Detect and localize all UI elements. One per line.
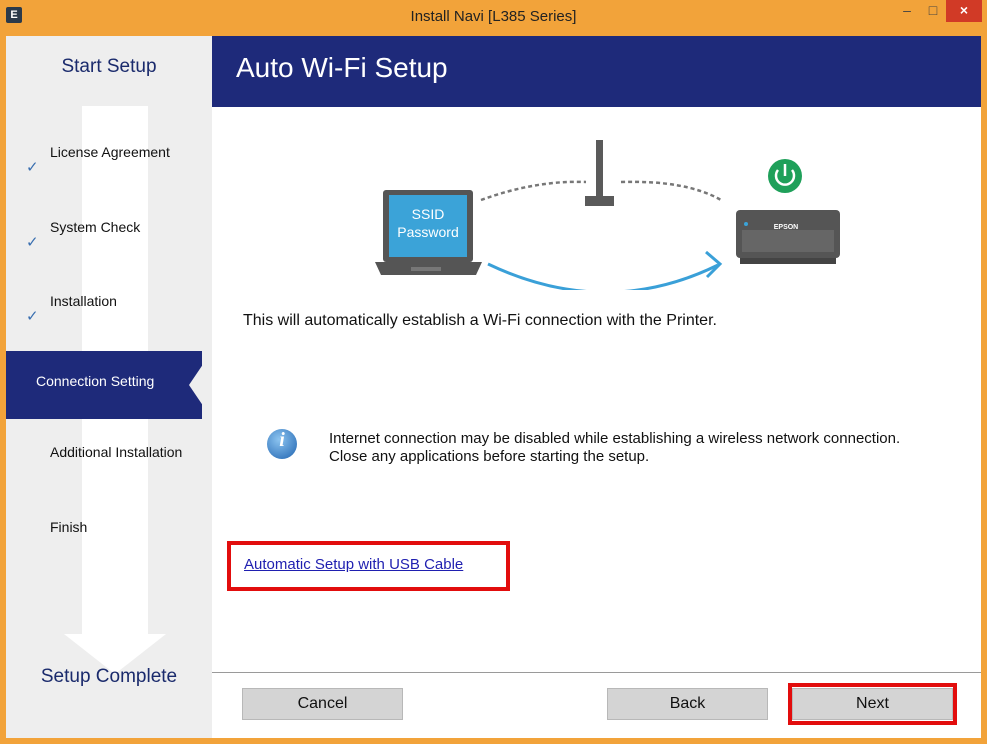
page-header: Auto Wi-Fi Setup xyxy=(212,36,981,107)
check-icon: ✓ xyxy=(26,159,39,176)
back-button[interactable]: Back xyxy=(607,688,768,720)
step-label: License Agreement xyxy=(50,144,170,160)
sidebar-start-label: Start Setup xyxy=(61,56,157,77)
router-icon xyxy=(585,140,614,206)
info-message: Internet connection may be disabled whil… xyxy=(329,430,901,465)
laptop-password-text: Password xyxy=(397,224,458,240)
check-icon: ✓ xyxy=(26,234,39,251)
page-title: Auto Wi-Fi Setup xyxy=(236,52,448,83)
footer-divider xyxy=(212,672,981,673)
dashed-wifi-link-left xyxy=(480,180,587,202)
setup-description: This will automatically establish a Wi-F… xyxy=(243,312,717,329)
sidebar-step-license-agreement: ✓ License Agreement xyxy=(6,144,212,184)
active-step-notch xyxy=(189,351,212,419)
printer-brand-text: EPSON xyxy=(774,224,799,231)
step-label: System Check xyxy=(50,219,141,235)
window-title: Install Navi [L385 Series] xyxy=(410,8,577,25)
laptop-ssid-text: SSID xyxy=(412,206,445,222)
title-bar: E Install Navi [L385 Series] – □ × xyxy=(0,0,987,36)
laptop-icon: SSID Password xyxy=(375,190,482,275)
step-label: Installation xyxy=(50,293,117,309)
sidebar-step-additional-installation: Additional Installation xyxy=(6,444,212,484)
step-label: Finish xyxy=(50,519,88,535)
power-icon xyxy=(768,159,802,193)
sidebar-step-finish: Finish xyxy=(6,519,212,559)
maximize-button[interactable]: □ xyxy=(920,0,946,22)
sidebar-step-installation: ✓ Installation xyxy=(6,293,212,333)
info-icon: i xyxy=(267,429,297,459)
close-button[interactable]: × xyxy=(946,0,982,22)
wifi-setup-illustration: SSID Password EPSON xyxy=(375,140,840,290)
sidebar-complete-label: Setup Complete xyxy=(40,666,178,687)
dashed-wifi-link-right xyxy=(620,180,722,202)
connection-arrow xyxy=(487,262,719,290)
usb-cable-setup-link[interactable]: Automatic Setup with USB Cable xyxy=(244,556,463,573)
installer-window: E Install Navi [L385 Series] – □ × Start… xyxy=(0,0,987,744)
sidebar: Start Setup ✓ License Agreement ✓ System… xyxy=(6,36,212,738)
printer-icon: EPSON xyxy=(736,210,840,264)
sidebar-step-connection-setting: Connection Setting xyxy=(6,351,202,419)
minimize-button[interactable]: – xyxy=(894,0,920,22)
next-button[interactable]: Next xyxy=(792,688,953,720)
client-area: Start Setup ✓ License Agreement ✓ System… xyxy=(6,36,981,738)
sidebar-step-system-check: ✓ System Check xyxy=(6,219,212,259)
connection-arrow-head xyxy=(705,250,723,279)
step-label: Additional Installation xyxy=(50,444,183,460)
check-icon: ✓ xyxy=(26,308,39,325)
cancel-button[interactable]: Cancel xyxy=(242,688,403,720)
step-label: Connection Setting xyxy=(36,373,155,389)
